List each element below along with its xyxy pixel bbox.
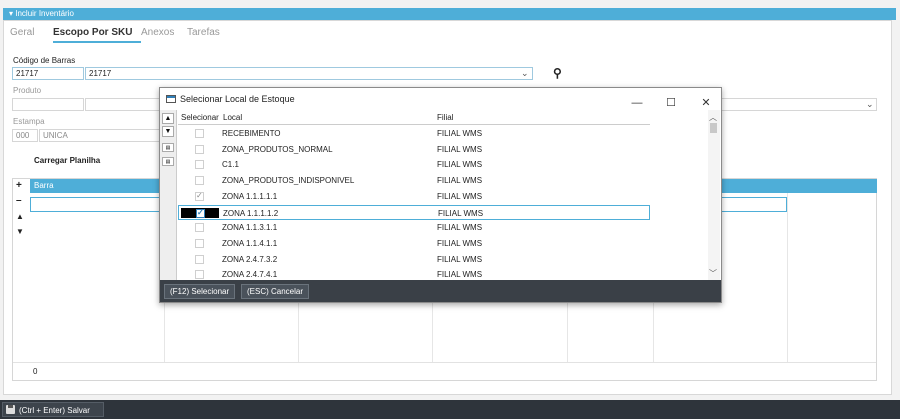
- location-row[interactable]: ZONA 1.1.3.1.1 FILIAL WMS: [178, 220, 650, 235]
- window-title-bar[interactable]: ▾ Incluir Inventário: [3, 8, 896, 20]
- local-cell: ZONA 1.1.3.1.1: [222, 223, 278, 233]
- filial-cell: FILIAL WMS: [438, 208, 484, 218]
- remove-row-icon[interactable]: –: [16, 195, 22, 206]
- tab-geral[interactable]: Geral: [10, 27, 34, 38]
- save-icon: [6, 405, 15, 414]
- product-select[interactable]: [720, 98, 877, 111]
- collapse-grid-icon[interactable]: ▤: [162, 157, 174, 166]
- save-button-label: (Ctrl + Enter) Salvar: [19, 406, 90, 415]
- product-label: Produto: [13, 86, 42, 95]
- barcode-description-select[interactable]: 21717: [85, 67, 533, 80]
- filial-cell: FILIAL WMS: [437, 238, 483, 248]
- scroll-down-icon[interactable]: ▼: [162, 126, 174, 137]
- location-row[interactable]: ZONA 1.1.4.1.1 FILIAL WMS: [178, 236, 650, 251]
- load-spreadsheet-button[interactable]: Carregar Planilha: [34, 156, 100, 165]
- filial-cell: FILIAL WMS: [437, 160, 483, 170]
- barcode-input[interactable]: 21717: [12, 67, 84, 80]
- select-checkbox[interactable]: [195, 144, 204, 154]
- select-button[interactable]: (F12) Selecionar: [164, 284, 236, 299]
- tab-tarefas[interactable]: Tarefas: [187, 27, 220, 38]
- search-icon[interactable]: ⚲: [553, 66, 562, 80]
- product-code-input[interactable]: [12, 98, 84, 111]
- select-checkbox[interactable]: [195, 191, 204, 201]
- select-checkbox[interactable]: [195, 129, 204, 138]
- dialog-title-bar[interactable]: Selecionar Local de Estoque — ☐ ✕: [160, 88, 721, 110]
- dialog-grid: ▲ ▼ ▤ ▤ Selecionar Local Filial RECEBIME…: [160, 110, 721, 280]
- dialog-title: Selecionar Local de Estoque: [180, 94, 295, 104]
- stamp-code-input[interactable]: 000: [12, 129, 38, 142]
- dialog-grid-toolbar: ▲ ▼ ▤ ▤: [160, 110, 177, 280]
- location-row[interactable]: RECEBIMENTO FILIAL WMS: [178, 126, 650, 141]
- location-row[interactable]: ZONA_PRODUTOS_INDISPONIVEL FILIAL WMS: [178, 173, 650, 188]
- select-checkbox[interactable]: [195, 223, 204, 233]
- local-cell: ZONA_PRODUTOS_NORMAL: [222, 144, 333, 154]
- local-cell: ZONA_PRODUTOS_INDISPONIVEL: [222, 176, 355, 186]
- save-button[interactable]: (Ctrl + Enter) Salvar: [2, 402, 104, 417]
- tab-anexos[interactable]: Anexos: [141, 27, 174, 38]
- stamp-label: Estampa: [13, 117, 45, 126]
- vertical-scrollbar[interactable]: ︿ ﹀: [708, 110, 720, 280]
- select-checkbox[interactable]: [195, 254, 204, 264]
- select-checkbox[interactable]: [195, 176, 204, 186]
- select-stock-location-dialog: Selecionar Local de Estoque — ☐ ✕ ▲ ▼ ▤ …: [159, 87, 722, 303]
- chevron-down-icon[interactable]: ⌄: [521, 68, 529, 79]
- scroll-up-arrow-icon[interactable]: ︿: [709, 112, 717, 123]
- select-checkbox[interactable]: [195, 238, 204, 248]
- filial-cell: FILIAL WMS: [437, 129, 483, 138]
- column-header-filial[interactable]: Filial: [437, 113, 453, 122]
- grid-divider: [787, 193, 788, 363]
- location-row[interactable]: ZONA_PRODUTOS_NORMAL FILIAL WMS: [178, 142, 650, 157]
- grid-footer-count: 0: [13, 362, 876, 380]
- filial-cell: FILIAL WMS: [437, 254, 483, 264]
- window-title: Incluir Inventário: [15, 9, 74, 18]
- add-row-icon[interactable]: +: [16, 180, 22, 191]
- expand-grid-icon[interactable]: ▤: [162, 143, 174, 152]
- scrollbar-thumb[interactable]: [710, 123, 717, 133]
- move-down-icon[interactable]: ▼: [16, 227, 24, 236]
- filial-cell: FILIAL WMS: [437, 144, 483, 154]
- cancel-button[interactable]: (ESC) Cancelar: [241, 284, 310, 299]
- window-icon: [166, 95, 176, 103]
- local-cell: ZONA 1.1.1.1.2: [223, 208, 279, 218]
- select-checkbox[interactable]: [195, 160, 204, 170]
- dialog-footer: (F12) Selecionar (ESC) Cancelar: [160, 280, 721, 302]
- filial-cell: FILIAL WMS: [437, 176, 483, 186]
- product-desc-input[interactable]: [85, 98, 161, 111]
- select-checkbox[interactable]: [196, 208, 205, 218]
- local-cell: ZONA 2.4.7.3.2: [222, 254, 278, 264]
- scroll-up-icon[interactable]: ▲: [162, 113, 174, 124]
- local-cell: ZONA 1.1.4.1.1: [222, 238, 278, 248]
- scroll-down-arrow-icon[interactable]: ﹀: [709, 268, 717, 279]
- bottom-action-bar: [0, 400, 900, 419]
- location-row[interactable]: ZONA 1.1.1.1.2 FILIAL WMS: [178, 204, 650, 220]
- column-header-local[interactable]: Local: [223, 113, 242, 122]
- local-cell: ZONA 2.4.7.4.1: [222, 270, 278, 280]
- filial-cell: FILIAL WMS: [437, 191, 483, 201]
- location-row[interactable]: C1.1 FILIAL WMS: [178, 157, 650, 172]
- local-cell: ZONA 1.1.1.1.1: [222, 191, 278, 201]
- stamp-desc-input[interactable]: UNICA: [39, 129, 161, 142]
- filial-cell: FILIAL WMS: [437, 270, 483, 280]
- location-row[interactable]: ZONA 2.4.7.3.2 FILIAL WMS: [178, 252, 650, 267]
- location-row[interactable]: ZONA 1.1.1.1.1 FILIAL WMS: [178, 189, 650, 204]
- select-checkbox[interactable]: [195, 270, 204, 280]
- active-tab-indicator: [53, 41, 141, 43]
- local-cell: RECEBIMENTO: [222, 129, 281, 138]
- barcode-label: Código de Barras: [13, 56, 76, 65]
- local-cell: C1.1: [222, 160, 239, 170]
- tab-escopo-por-sku[interactable]: Escopo Por SKU: [53, 27, 132, 38]
- filial-cell: FILIAL WMS: [437, 223, 483, 233]
- chevron-down-icon[interactable]: ⌄: [866, 99, 874, 110]
- header-divider: [178, 124, 650, 125]
- move-up-icon[interactable]: ▲: [16, 212, 24, 221]
- column-header-selecionar[interactable]: Selecionar: [181, 113, 219, 122]
